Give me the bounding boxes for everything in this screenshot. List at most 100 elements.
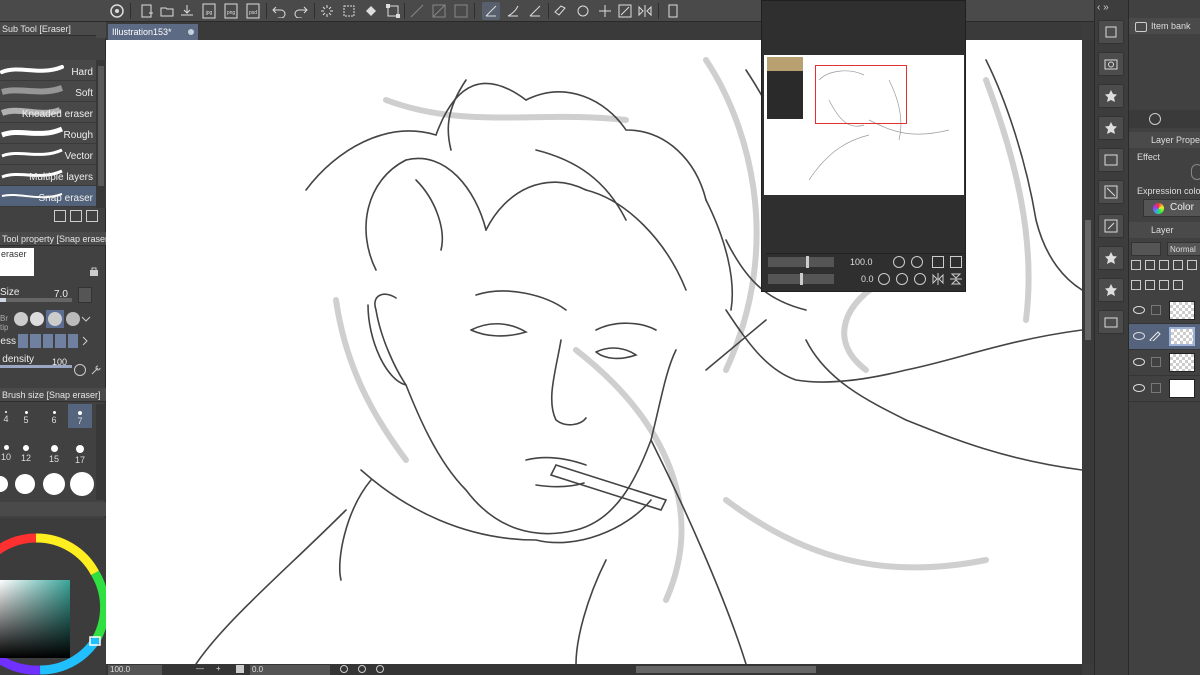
star-icon-3[interactable] [1098, 246, 1124, 270]
transform-icon[interactable] [384, 2, 402, 20]
reset-rotation-icon[interactable] [914, 273, 926, 285]
snap-off-icon[interactable] [408, 2, 426, 20]
draft-icon[interactable] [1173, 260, 1183, 270]
rotation-slider[interactable] [768, 273, 834, 285]
hardness-slider[interactable] [18, 334, 79, 348]
copy-icon[interactable] [54, 210, 66, 222]
zoom-out-icon[interactable] [911, 256, 923, 268]
edit-document-icon[interactable] [1098, 214, 1124, 238]
snap-ruler-icon[interactable] [482, 2, 500, 20]
brush-item-rough[interactable]: Rough [0, 123, 96, 144]
chevron-right-icon[interactable] [80, 334, 90, 348]
layer-row[interactable] [1129, 298, 1200, 324]
collapse-arrow-icon[interactable] [96, 22, 106, 38]
zoom-slider[interactable] [768, 256, 834, 268]
eye-icon[interactable] [1133, 332, 1145, 340]
status-rotation-value[interactable]: 0.0 [250, 665, 330, 675]
close-icon[interactable] [188, 29, 194, 35]
star-icon-4[interactable] [1098, 278, 1124, 302]
brush-size-20[interactable] [0, 476, 8, 492]
trash-icon[interactable] [86, 210, 98, 222]
image-icon[interactable] [1098, 148, 1124, 172]
tip-scatter-icon[interactable] [14, 312, 28, 326]
status-rotate-left-icon[interactable] [340, 665, 348, 673]
tip-hard-icon[interactable] [30, 312, 44, 326]
brush-size-15[interactable]: 15 [42, 440, 66, 464]
layer-row-paper[interactable] [1129, 376, 1200, 402]
export-jpg-icon[interactable]: jpg [200, 2, 218, 20]
navigator-preview[interactable] [764, 55, 964, 195]
navigator-rotation-value[interactable]: 0.0 [861, 274, 874, 284]
material-icon[interactable] [1098, 180, 1124, 204]
tab-illustration[interactable]: Illustration153* [108, 24, 198, 40]
star-icon-1[interactable] [1098, 84, 1124, 108]
star-icon-2[interactable] [1098, 116, 1124, 140]
search-icon[interactable] [1149, 113, 1161, 125]
layer-title[interactable]: Layer [1129, 222, 1200, 238]
blend-mode-dropdown[interactable]: Normal [1167, 242, 1200, 256]
layer-panel-icon[interactable] [1098, 20, 1124, 44]
camera-icon[interactable] [1098, 52, 1124, 76]
brush-item-snap-eraser[interactable]: Snap eraser [0, 186, 96, 207]
lock-transparency-icon[interactable] [1131, 260, 1141, 270]
layer-check-box[interactable] [1151, 357, 1161, 367]
duplicate-icon[interactable] [1173, 280, 1183, 290]
grid-icon[interactable] [452, 2, 470, 20]
brush-size-6[interactable]: 6 [42, 404, 66, 428]
zoom-plus-icon[interactable]: + [216, 664, 221, 673]
brush-size-30[interactable] [43, 473, 65, 495]
flip-vertical-icon[interactable] [950, 273, 962, 285]
brush-size-5[interactable]: 5 [14, 404, 38, 428]
flip-icon[interactable] [636, 2, 654, 20]
chevron-down-icon[interactable] [80, 312, 92, 326]
size-dropdown-icon[interactable] [78, 287, 92, 303]
navigator-zoom-value[interactable]: 100.0 [850, 257, 873, 267]
panel-collapse-icon[interactable]: ‹ » [1097, 2, 1127, 16]
snap-grid-icon[interactable] [526, 2, 544, 20]
brush-list-scrollbar[interactable] [96, 60, 106, 208]
new-folder-icon[interactable] [1145, 280, 1155, 290]
undo-icon[interactable] [270, 2, 288, 20]
rotate-left-icon[interactable] [878, 273, 890, 285]
brush-size-scrollbar[interactable] [96, 404, 106, 500]
camera-icon-2[interactable] [1098, 310, 1124, 334]
layer-property-title[interactable]: Layer Property [1129, 132, 1200, 148]
actual-size-icon[interactable] [950, 256, 962, 268]
search-row[interactable] [1129, 110, 1200, 128]
color-button[interactable]: Color [1143, 199, 1200, 217]
brush-item-multiple-layers[interactable]: Multiple layers [0, 165, 96, 186]
horizontal-scrollbar[interactable] [636, 666, 816, 673]
new-layer-icon[interactable] [1131, 280, 1141, 290]
brush-size-25[interactable] [15, 474, 35, 494]
color-wheel[interactable] [0, 518, 106, 675]
mask-icon[interactable] [1159, 280, 1169, 290]
palette-tabs[interactable] [0, 502, 106, 516]
clip-icon[interactable] [1145, 260, 1155, 270]
wrench-icon[interactable] [90, 364, 102, 376]
brush-item-soft[interactable]: Soft [0, 81, 96, 102]
eye-icon[interactable] [1133, 358, 1145, 366]
tablet-icon[interactable] [664, 2, 682, 20]
select-all-icon[interactable] [340, 2, 358, 20]
layer-row-selected[interactable] [1129, 324, 1200, 350]
layer-row[interactable] [1129, 350, 1200, 376]
eye-icon[interactable] [1133, 306, 1145, 314]
add-icon[interactable] [70, 210, 82, 222]
ruler-icon[interactable] [430, 2, 448, 20]
eye-icon[interactable] [1133, 384, 1145, 392]
snap-special-icon[interactable] [504, 2, 522, 20]
color-mode-dropdown[interactable] [1131, 242, 1161, 256]
effect-toggle[interactable] [1191, 164, 1200, 180]
status-rotate-right-icon[interactable] [358, 665, 366, 673]
edit-icon[interactable] [552, 2, 570, 20]
status-zoom-value[interactable]: 100.0 [108, 665, 162, 675]
reference-icon[interactable] [1159, 260, 1169, 270]
zoom-in-icon[interactable] [893, 256, 905, 268]
brush-item-vector[interactable]: Vector [0, 144, 96, 165]
tip-soft-selected-icon[interactable] [46, 310, 64, 328]
zoom-fit-icon[interactable] [616, 2, 634, 20]
save-icon[interactable] [178, 2, 196, 20]
rotate-right-icon[interactable] [896, 273, 908, 285]
layer-check-box[interactable] [1151, 383, 1161, 393]
redo-icon[interactable] [292, 2, 310, 20]
